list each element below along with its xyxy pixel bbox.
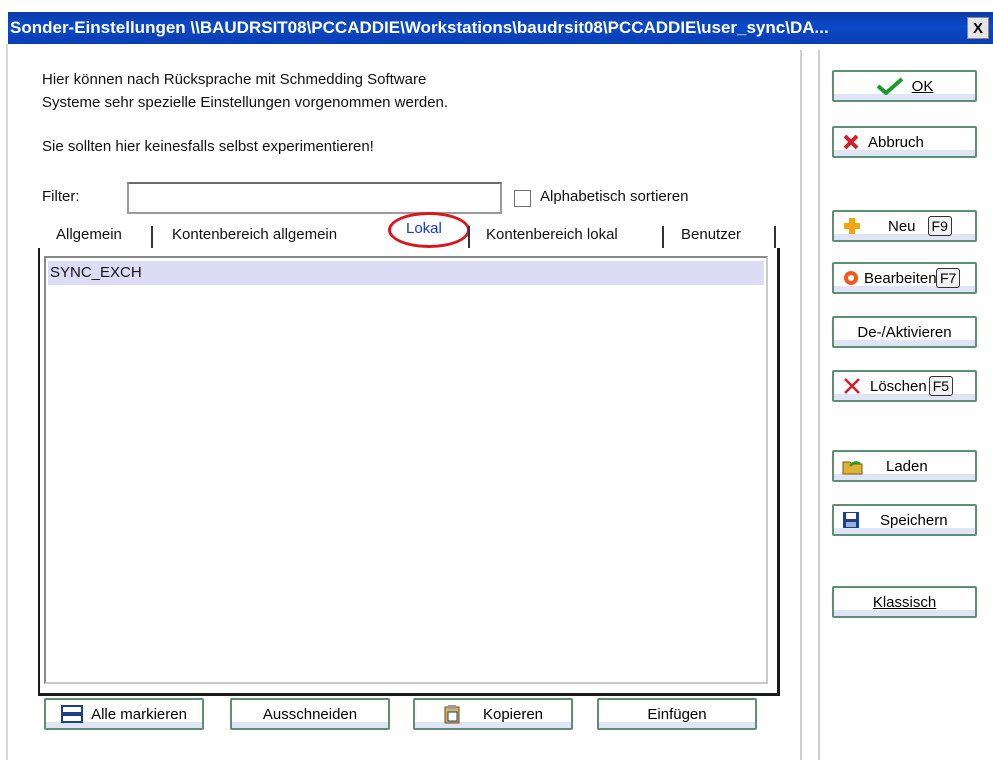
loeschen-button[interactable]: Löschen F5 (832, 370, 977, 402)
filter-input[interactable] (127, 182, 502, 214)
checkmark-icon (876, 77, 904, 95)
settings-list[interactable]: SYNC_EXCH (44, 256, 768, 684)
tab-allgemein[interactable]: Allgemein (56, 226, 122, 243)
window-title: Sonder-Einstellungen \\BAUDRSIT08\PCCADD… (10, 18, 829, 37)
tab-strip: Allgemein Kontenbereich allgemein Lokal … (38, 212, 778, 248)
sort-checkbox[interactable] (514, 190, 531, 207)
window-left-edge (6, 44, 8, 760)
cancel-x-icon (842, 133, 860, 151)
einfuegen-label: Einfügen (647, 705, 707, 723)
tab-lokal[interactable]: Lokal (406, 220, 442, 237)
warning-text: Sie sollten hier keinesfalls selbst expe… (42, 138, 374, 155)
filter-label: Filter: (42, 188, 80, 205)
speichern-label: Speichern (880, 511, 948, 529)
einfuegen-button[interactable]: Einfügen (597, 698, 757, 730)
select-all-icon (61, 705, 84, 723)
klassisch-label: Klassisch (872, 593, 937, 611)
close-icon[interactable]: X (967, 17, 989, 39)
kopieren-button[interactable]: Kopieren (413, 698, 573, 730)
tab-separator (468, 226, 470, 248)
intro-line-2: Systeme sehr spezielle Einstellungen vor… (42, 94, 449, 111)
neu-label: Neu (888, 217, 916, 235)
tab-kontenbereich-allgemein[interactable]: Kontenbereich allgemein (172, 226, 337, 243)
tab-separator (662, 226, 664, 248)
loeschen-shortcut: F5 (928, 376, 954, 396)
neu-shortcut: F9 (927, 216, 952, 236)
bearbeiten-label: Bearbeiten (864, 269, 936, 287)
edit-circle-icon (842, 269, 860, 287)
panel-divider-inner (818, 50, 820, 760)
kopieren-label: Kopieren (482, 705, 544, 723)
ausschneiden-button[interactable]: Ausschneiden (230, 698, 390, 730)
ausschneiden-label: Ausschneiden (262, 705, 358, 723)
save-disk-icon (842, 511, 860, 529)
deaktivieren-button[interactable]: De-/Aktivieren (832, 316, 977, 348)
abbruch-button[interactable]: Abbruch (832, 126, 977, 158)
copy-clipboard-icon (443, 704, 461, 724)
laden-label: Laden (886, 457, 928, 475)
title-bar: Sonder-Einstellungen \\BAUDRSIT08\PCCADD… (8, 12, 993, 44)
loeschen-label: Löschen (870, 377, 927, 395)
plus-icon (842, 216, 862, 236)
intro-text: Hier können nach Rücksprache mit Schmedd… (42, 68, 448, 114)
alle-markieren-button[interactable]: Alle markieren (44, 698, 204, 730)
klassisch-button[interactable]: Klassisch (832, 586, 977, 618)
laden-button[interactable]: Laden (832, 450, 977, 482)
panel-divider (800, 50, 802, 760)
tab-separator (774, 226, 776, 248)
sort-label: Alphabetisch sortieren (540, 188, 689, 205)
tab-separator (151, 226, 153, 248)
delete-x-icon (842, 376, 862, 396)
ok-button[interactable]: OK (832, 70, 977, 102)
intro-line-1: Hier können nach Rücksprache mit Schmedd… (42, 71, 427, 88)
bearbeiten-shortcut: F7 (936, 268, 961, 288)
tab-benutzer[interactable]: Benutzer (681, 226, 741, 243)
alle-markieren-label: Alle markieren (91, 705, 187, 723)
bearbeiten-button[interactable]: Bearbeiten F7 (832, 262, 977, 294)
abbruch-label: Abbruch (868, 133, 924, 151)
neu-button[interactable]: Neu F9 (832, 210, 977, 242)
open-folder-icon (842, 456, 864, 476)
ok-label: OK (911, 77, 934, 95)
speichern-button[interactable]: Speichern (832, 504, 977, 536)
list-item[interactable]: SYNC_EXCH (48, 261, 764, 285)
deaktivieren-label: De-/Aktivieren (857, 323, 952, 341)
tab-kontenbereich-lokal[interactable]: Kontenbereich lokal (486, 226, 618, 243)
